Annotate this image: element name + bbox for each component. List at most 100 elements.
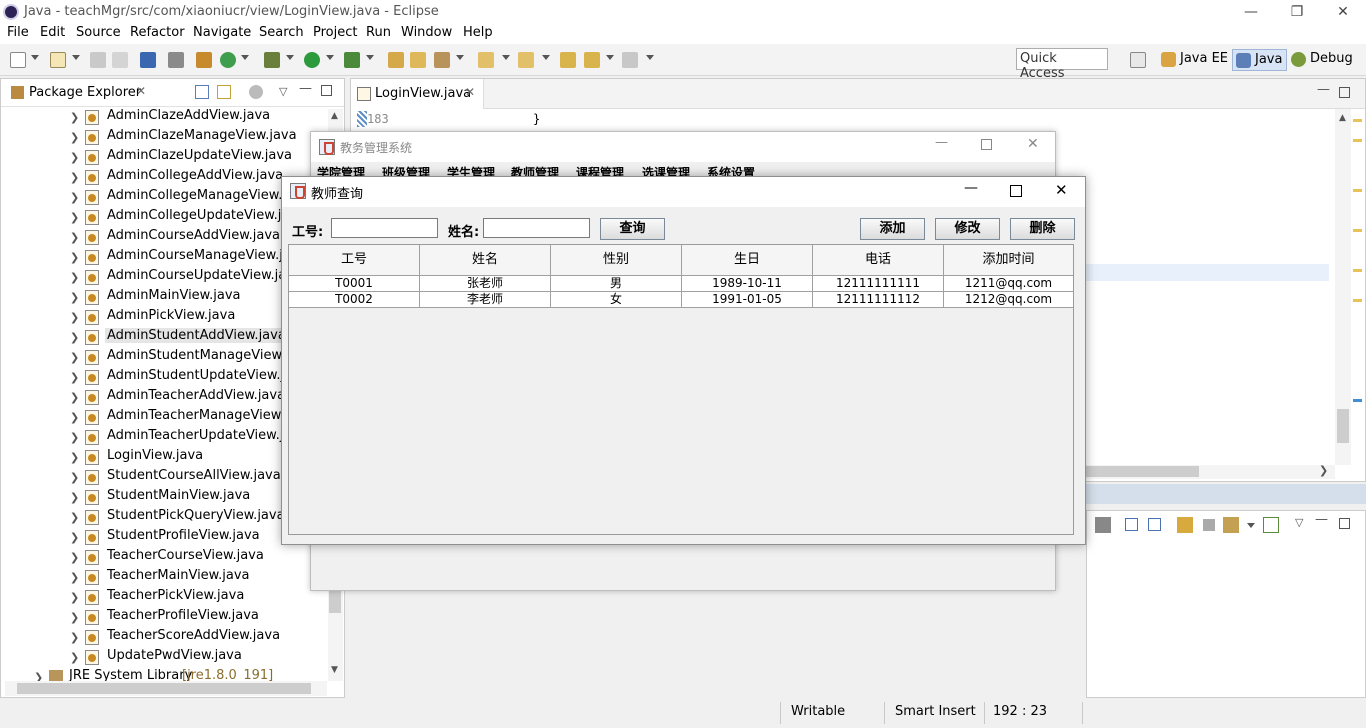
tree-item[interactable]: ❯ AdminClazeUpdateView.java [1, 147, 331, 167]
tree-item[interactable]: ❯ TeacherPickView.java [1, 587, 331, 607]
chevron-down-icon[interactable] [502, 55, 510, 60]
chevron-down-icon[interactable] [646, 55, 654, 60]
chevron-right-icon[interactable]: ❯ [70, 531, 79, 544]
chevron-right-icon[interactable]: ❯ [70, 311, 79, 324]
tree-item[interactable]: ❯ UpdatePwdView.java [1, 647, 331, 667]
chevron-right-icon[interactable]: ❯ [70, 351, 79, 364]
new-view-icon[interactable] [1263, 517, 1279, 533]
chevron-right-icon[interactable]: ❯ [70, 651, 79, 664]
table-cell[interactable]: 1991-01-05 [682, 292, 813, 308]
minimize-view-icon[interactable]: — [1315, 512, 1328, 527]
chevron-right-icon[interactable]: ❯ [70, 391, 79, 404]
perspective-java[interactable]: Java [1232, 49, 1288, 71]
chevron-right-icon[interactable]: ❯ [70, 591, 79, 604]
menu-file[interactable]: File [7, 25, 29, 40]
close-button[interactable]: ✕ [1055, 181, 1068, 199]
chevron-right-icon[interactable]: ❯ [70, 371, 79, 384]
toggle-mark-icon[interactable] [168, 52, 184, 68]
chevron-right-icon[interactable]: ❯ [70, 251, 79, 264]
minimize-button[interactable]: — [1228, 0, 1274, 24]
chevron-down-icon[interactable] [542, 55, 550, 60]
editor-vertical-scrollbar[interactable]: ▲ [1335, 109, 1351, 465]
chevron-right-icon[interactable]: ❯ [70, 291, 79, 304]
name-input[interactable] [483, 218, 590, 238]
scrollbar-thumb[interactable] [1337, 409, 1349, 443]
open-folder-icon[interactable] [410, 52, 426, 68]
prev-annotation-icon[interactable] [518, 52, 534, 68]
tree-item[interactable]: ❯ TeacherCourseView.java [1, 547, 331, 567]
tree-item-jre[interactable]: ❯ JRE System Library [jre1.8.0_191] [1, 667, 331, 681]
table-cell[interactable]: 男 [551, 276, 682, 292]
column-header-birthday[interactable]: 生日 [682, 245, 813, 276]
save-icon[interactable] [90, 52, 106, 68]
scrollbar-thumb[interactable] [1081, 466, 1199, 477]
chevron-right-icon[interactable]: ❯ [70, 491, 79, 504]
menu-window[interactable]: Window [401, 25, 452, 40]
chevron-right-icon[interactable]: ❯ [70, 231, 79, 244]
table-cell[interactable]: 1211@qq.com [944, 276, 1073, 292]
chevron-down-icon[interactable]: ▼ [331, 665, 338, 675]
expand-all-icon[interactable] [1125, 518, 1138, 531]
scrollbar-thumb[interactable] [17, 683, 311, 694]
restore-button[interactable]: ❐ [1274, 0, 1320, 24]
menu-source[interactable]: Source [76, 25, 121, 40]
link-editor-icon[interactable] [217, 85, 231, 99]
maximize-view-icon[interactable] [321, 85, 332, 96]
menu-search[interactable]: Search [259, 25, 304, 40]
menu-help[interactable]: Help [463, 25, 493, 40]
menu-project[interactable]: Project [313, 25, 357, 40]
table-cell[interactable]: 1212@qq.com [944, 292, 1073, 308]
chevron-down-icon[interactable] [366, 55, 374, 60]
forward-icon[interactable] [622, 52, 638, 68]
column-header-gender[interactable]: 性别 [551, 245, 682, 276]
tree-item[interactable]: ❯ TeacherProfileView.java [1, 607, 331, 627]
new-icon[interactable] [10, 52, 26, 68]
scrollbar-thumb[interactable] [329, 589, 341, 613]
edit-icon[interactable] [434, 52, 450, 68]
table-cell[interactable]: 张老师 [420, 276, 551, 292]
collapse-all-icon[interactable] [1148, 518, 1161, 531]
chevron-right-icon[interactable]: ❯ [70, 171, 79, 184]
tree-item[interactable]: ❯ AdminClazeManageView.java [1, 127, 331, 147]
chevron-right-icon[interactable]: ❯ [70, 471, 79, 484]
chevron-down-icon[interactable] [31, 55, 39, 60]
chevron-right-icon[interactable]: ❯ [70, 431, 79, 444]
editor-tab[interactable]: LoginView.java ✕ [351, 79, 484, 109]
minimize-view-icon[interactable]: — [1317, 82, 1330, 97]
table-cell[interactable]: 李老师 [420, 292, 551, 308]
stop-icon[interactable] [1203, 519, 1215, 531]
last-edit-icon[interactable] [560, 52, 576, 68]
chevron-up-icon[interactable]: ▲ [331, 111, 338, 121]
chevron-up-icon[interactable]: ▲ [1339, 113, 1346, 123]
chevron-right-icon[interactable]: ❯ [70, 611, 79, 624]
refresh-icon[interactable] [220, 52, 236, 68]
chevron-right-icon[interactable]: ❯ [70, 511, 79, 524]
add-button[interactable]: 添加 [860, 218, 925, 240]
query-button[interactable]: 查询 [600, 218, 665, 240]
table-cell[interactable]: 12111111111 [813, 276, 944, 292]
table-cell[interactable]: T0001 [289, 276, 420, 292]
column-header-name[interactable]: 姓名 [420, 245, 551, 276]
run-icon[interactable] [304, 52, 320, 68]
collapse-all-icon[interactable] [195, 85, 209, 99]
open-perspective-icon[interactable] [1130, 52, 1146, 68]
close-button[interactable]: ✕ [1027, 136, 1039, 152]
terminal-icon[interactable] [140, 52, 156, 68]
chevron-right-icon[interactable]: ❯ [70, 131, 79, 144]
link-icon[interactable] [1177, 517, 1193, 533]
chevron-right-icon[interactable]: ❯ [70, 551, 79, 564]
maximize-view-icon[interactable] [1339, 87, 1350, 98]
table-cell[interactable]: T0002 [289, 292, 420, 308]
chevron-down-icon[interactable] [456, 55, 464, 60]
run-external-icon[interactable] [344, 52, 360, 68]
chevron-down-icon[interactable] [606, 55, 614, 60]
chevron-down-icon[interactable] [1247, 523, 1255, 528]
chevron-right-icon[interactable]: ❯ [70, 571, 79, 584]
perspective-debug[interactable]: Debug [1288, 49, 1357, 71]
column-header-added-time[interactable]: 添加时间 [944, 245, 1073, 276]
chevron-right-icon[interactable]: ❯ [34, 671, 43, 681]
tree-item[interactable]: ❯ AdminClazeAddView.java [1, 107, 331, 127]
table-cell[interactable]: 12111111112 [813, 292, 944, 308]
horizontal-scrollbar[interactable] [5, 681, 327, 696]
table-cell[interactable]: 女 [551, 292, 682, 308]
